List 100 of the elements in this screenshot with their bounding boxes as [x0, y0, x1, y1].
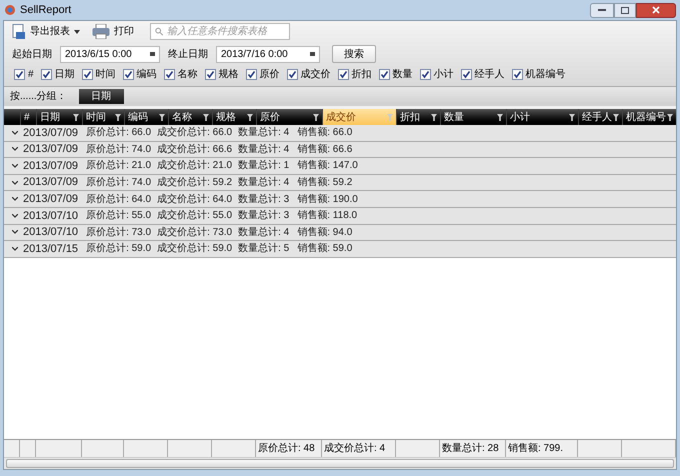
expand-icon[interactable] [12, 130, 18, 135]
app-icon [4, 4, 16, 16]
expand-icon[interactable] [12, 246, 18, 251]
sales-amount: 销售额: 94.0 [297, 226, 352, 240]
group-row[interactable]: 2013/07/09 原价总计: 66.0 成交价总计: 66.0 数量总计: 4 销售额: 66.0 [4, 125, 676, 142]
price-total: 原价总计: 64.0 [86, 192, 152, 207]
horizontal-scrollbar[interactable] [4, 457, 676, 469]
quantity-total: 数量总计: 4 [238, 176, 290, 190]
sales-amount: 销售额: 59.0 [297, 242, 352, 256]
group-chip[interactable]: 日期 [78, 89, 124, 104]
filter-icon[interactable] [115, 114, 121, 120]
sales-amount: 销售额: 66.6 [297, 142, 352, 157]
quantity-total: 数量总计: 1 [238, 158, 290, 174]
quantity-total: 数量总计: 3 [238, 192, 290, 207]
footer-total: 成交价总计: 4 [324, 442, 386, 456]
filter-icon[interactable] [159, 114, 165, 120]
column-header[interactable]: 成交价 [322, 109, 396, 125]
group-date: 2013/07/09 [23, 175, 78, 190]
sales-amount: 销售额: 147.0 [297, 158, 358, 174]
filter-icon[interactable] [247, 114, 253, 120]
filter-icon[interactable] [203, 114, 209, 120]
checkbox[interactable] [338, 68, 349, 80]
price-total: 原价总计: 55.0 [86, 208, 152, 224]
column-toggle-label: 小计 [434, 68, 454, 82]
price-total: 原价总计: 66.0 [86, 126, 152, 140]
group-row[interactable]: 2013/07/10 原价总计: 55.0 成交价总计: 55.0 数量总计: 3 销售额: 118.0 [4, 208, 676, 225]
column-toggle-label: 折扣 [352, 68, 372, 82]
end-date-field[interactable]: 2013/7/16 0:00 [216, 46, 320, 62]
checkbox[interactable] [286, 68, 298, 80]
checkbox[interactable] [164, 68, 175, 80]
caret-icon [74, 30, 80, 34]
deal-price-total: 成交价总计: 59.2 [157, 176, 232, 190]
document-icon [12, 24, 26, 40]
group-date: 2013/07/10 [23, 225, 78, 240]
group-date: 2013/07/09 [23, 192, 78, 207]
start-date-field[interactable]: 2013/6/15 0:00 [60, 46, 160, 62]
close-icon [652, 6, 660, 14]
deal-price-total: 成交价总计: 64.0 [157, 192, 232, 207]
deal-price-total: 成交价总计: 21.0 [157, 158, 232, 174]
filter-icon[interactable] [497, 114, 503, 120]
expand-icon[interactable] [12, 230, 18, 234]
column-toggle-label: 名称 [178, 68, 198, 82]
column-toggle-label: 经手人 [474, 68, 505, 82]
column-toggle-label: 数量 [392, 68, 413, 82]
group-date: 2013/07/09 [23, 126, 78, 141]
maximize-button[interactable] [614, 2, 636, 18]
filter-icon[interactable] [313, 114, 319, 120]
group-row[interactable]: 2013/07/09 原价总计: 64.0 成交价总计: 64.0 数量总计: 3 销售额: 190.0 [4, 191, 676, 208]
deal-price-total: 成交价总计: 66.0 [157, 126, 232, 140]
column-toggle-label: 机器编号 [526, 68, 566, 82]
footer-total: 数量总计: 28 [442, 442, 499, 456]
group-date: 2013/07/09 [23, 142, 78, 158]
search-field[interactable]: 输入任意条件搜索表格 [150, 23, 290, 40]
checkbox[interactable] [460, 68, 472, 80]
price-total: 原价总计: 59.0 [86, 242, 152, 256]
filter-icon[interactable] [431, 114, 437, 120]
checkbox[interactable] [14, 68, 25, 80]
expand-icon[interactable] [12, 197, 18, 202]
checkbox[interactable] [40, 68, 52, 80]
deal-price-total: 成交价总计: 55.0 [157, 208, 232, 224]
price-total: 原价总计: 21.0 [86, 158, 152, 174]
checkbox[interactable] [420, 68, 431, 80]
price-total: 原价总计: 74.0 [86, 176, 152, 190]
filter-icon[interactable] [73, 114, 79, 120]
filter-icon[interactable] [569, 114, 575, 120]
deal-price-total: 成交价总计: 66.6 [157, 142, 232, 157]
sales-amount: 销售额: 66.0 [297, 126, 352, 140]
checkbox[interactable] [378, 68, 390, 80]
start-date-label: 起始日期 [12, 48, 52, 62]
expand-icon[interactable] [12, 180, 18, 185]
minimize-button[interactable] [590, 2, 614, 18]
column-toggle-label: 日期 [54, 68, 75, 82]
deal-price-total: 成交价总计: 59.0 [157, 242, 232, 256]
group-row[interactable]: 2013/07/09 原价总计: 74.0 成交价总计: 66.6 数量总计: 4 销售额: 66.6 [4, 142, 676, 158]
checkbox[interactable] [246, 68, 257, 80]
column-toggle-label: 编码 [136, 68, 157, 82]
column-toggle-label: 成交价 [300, 68, 331, 82]
checkbox[interactable] [512, 68, 523, 80]
filter-icon[interactable] [613, 114, 619, 120]
close-button[interactable] [636, 2, 676, 18]
group-row[interactable]: 2013/07/10 原价总计: 73.0 成交价总计: 73.0 数量总计: 4 销售额: 94.0 [4, 224, 676, 242]
end-date-label: 终止日期 [168, 48, 208, 62]
search-button[interactable]: 搜索 [332, 45, 376, 63]
group-date: 2013/07/09 [23, 158, 78, 174]
group-row[interactable]: 2013/07/15 原价总计: 59.0 成交价总计: 59.0 数量总计: 5 销售额: 59.0 [4, 241, 676, 258]
group-row[interactable]: 2013/07/09 原价总计: 74.0 成交价总计: 59.2 数量总计: 4 销售额: 59.2 [4, 174, 676, 192]
checkbox[interactable] [82, 68, 93, 80]
filter-icon[interactable] [667, 114, 673, 120]
export-button[interactable]: 导出报表 [8, 22, 84, 40]
checkbox[interactable] [122, 68, 134, 80]
expand-icon[interactable] [12, 147, 18, 152]
expand-icon[interactable] [12, 164, 18, 168]
group-row[interactable]: 2013/07/09 原价总计: 21.0 成交价总计: 21.0 数量总计: 1 销售额: 147.0 [4, 158, 676, 175]
checkbox[interactable] [204, 68, 216, 80]
sales-amount: 销售额: 118.0 [297, 208, 358, 224]
price-total: 原价总计: 74.0 [86, 142, 152, 157]
price-total: 原价总计: 73.0 [86, 226, 152, 240]
group-by-label: 按......分组： [10, 90, 67, 104]
expand-icon[interactable] [12, 214, 18, 218]
print-button[interactable]: 打印 [88, 22, 138, 40]
